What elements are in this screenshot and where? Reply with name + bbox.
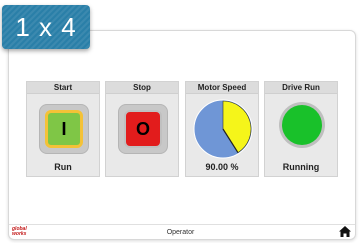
drive-run-title: Drive Run (265, 82, 337, 94)
stop-button[interactable]: O (124, 110, 162, 148)
motor-speed-value: 90.00 % (205, 162, 239, 172)
drive-run-lamp-indicator (282, 105, 322, 145)
motor-speed-title: Motor Speed (186, 82, 258, 94)
stop-button-frame: O (118, 104, 168, 154)
start-button-label: I (61, 118, 67, 139)
drive-run-panel: Drive Run Running (264, 81, 338, 177)
start-button-frame: I (39, 104, 89, 154)
stop-button-label: O (135, 118, 150, 139)
motor-speed-panel: Motor Speed 90.00 % (185, 81, 259, 177)
start-status: Run (54, 162, 72, 172)
stop-panel: Stop O (105, 81, 179, 177)
start-panel-title: Start (27, 82, 99, 94)
start-panel: Start I Run (26, 81, 100, 177)
badge-text: 1 x 4 (15, 11, 77, 42)
motor-speed-gauge (193, 99, 253, 159)
stop-panel-title: Stop (106, 82, 178, 94)
start-button[interactable]: I (45, 110, 83, 148)
screen-name-label: Operator (166, 229, 195, 236)
drive-run-status: Running (282, 162, 320, 172)
layout-badge: 1 x 4 (2, 5, 90, 49)
home-icon[interactable] (339, 226, 351, 237)
drive-run-lamp (279, 102, 325, 148)
